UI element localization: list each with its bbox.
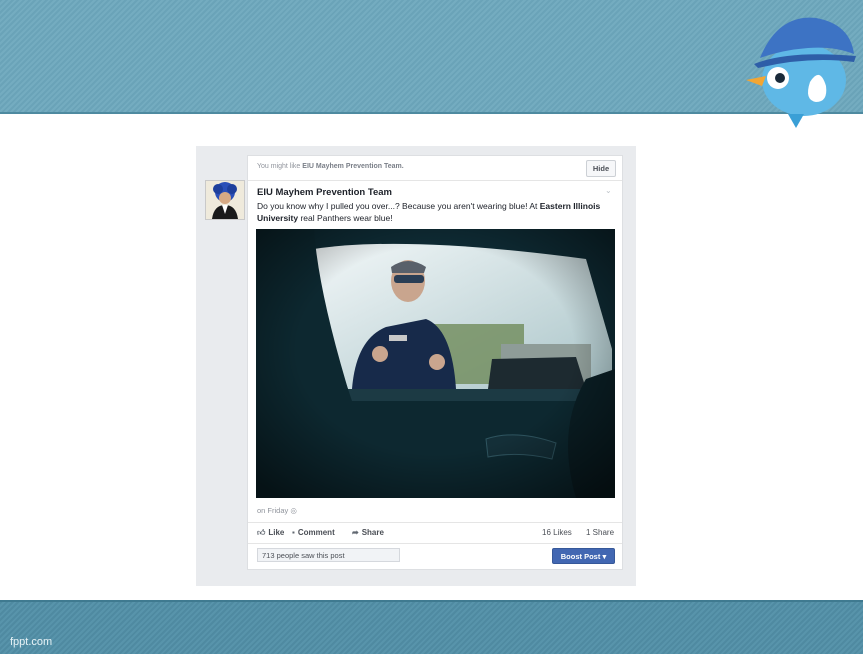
reach-text: 713 people saw this post xyxy=(257,548,400,562)
page-name-link[interactable]: EIU Mayhem Prevention Team xyxy=(257,187,392,198)
chevron-down-icon[interactable]: ⌄ xyxy=(605,186,612,195)
action-bar: 👍︎ Like ▪ Comment ➦ Share 16 Likes 1 Share xyxy=(248,522,622,544)
share-label: Share xyxy=(361,528,384,537)
like-icon: 👍︎ xyxy=(257,528,266,537)
post-timestamp[interactable]: on Friday ◎ xyxy=(257,506,297,515)
slide-top-band xyxy=(0,0,863,114)
post-photo[interactable] xyxy=(256,229,615,498)
post-text-part2: real Panthers wear blue! xyxy=(298,212,393,223)
suggestion-page-link[interactable]: EIU Mayhem Prevention Team. xyxy=(302,163,403,170)
suggestion-text: You might like EIU Mayhem Prevention Tea… xyxy=(257,163,404,170)
caret-down-icon: ▾ xyxy=(602,552,607,561)
suggestion-bar: You might like EIU Mayhem Prevention Tea… xyxy=(248,156,622,181)
timestamp-text: on Friday xyxy=(257,506,289,515)
comment-label: Comment xyxy=(297,528,335,537)
share-button[interactable]: ➦ Share xyxy=(352,528,384,537)
like-label: Like xyxy=(268,528,285,537)
slide-bottom-band xyxy=(0,600,863,654)
globe-icon: ◎ xyxy=(290,506,297,515)
comment-button[interactable]: ▪ Comment xyxy=(292,528,335,537)
like-button[interactable]: 👍︎ Like xyxy=(257,528,284,538)
boost-label: Boost Post xyxy=(560,552,601,561)
boost-post-button[interactable]: Boost Post ▾ xyxy=(552,548,615,564)
post-text: Do you know why I pulled you over...? Be… xyxy=(257,201,609,224)
comment-icon: ▪ xyxy=(292,528,295,537)
suggestion-prefix: You might like xyxy=(257,163,303,170)
post-text-part1: Do you know why I pulled you over...? Be… xyxy=(257,201,540,211)
mascot-icon xyxy=(746,17,856,128)
footer-brand: fppt.com xyxy=(10,636,53,648)
hide-button[interactable]: Hide xyxy=(586,160,616,177)
likes-count[interactable]: 16 Likes xyxy=(542,528,572,537)
post-card: You might like EIU Mayhem Prevention Tea… xyxy=(247,155,623,570)
avatar[interactable] xyxy=(205,180,245,220)
share-icon: ➦ xyxy=(352,528,359,537)
avatar-image xyxy=(206,181,244,219)
shares-count[interactable]: 1 Share xyxy=(586,528,614,537)
